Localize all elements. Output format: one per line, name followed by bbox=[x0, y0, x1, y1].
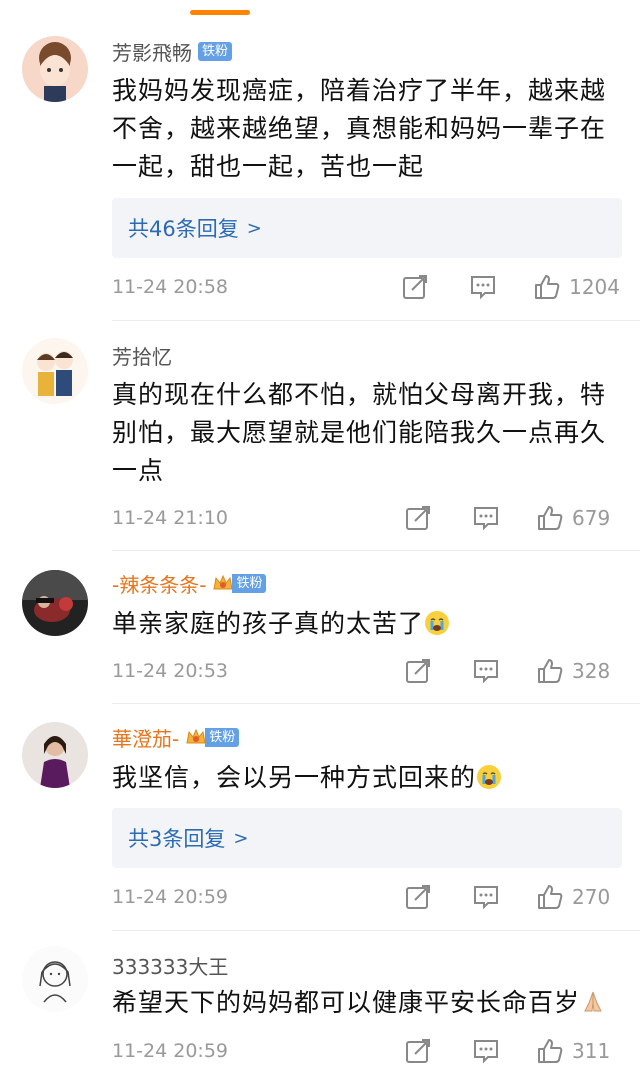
timestamp: 11-24 20:59 bbox=[112, 1040, 229, 1062]
username[interactable]: 333333大王 bbox=[112, 951, 228, 980]
like-count: 311 bbox=[572, 1039, 611, 1063]
like-count: 270 bbox=[572, 885, 611, 909]
like-icon[interactable] bbox=[536, 883, 564, 911]
share-icon[interactable] bbox=[401, 273, 429, 301]
fan-badge: 铁粉 bbox=[198, 41, 233, 61]
divider bbox=[112, 930, 640, 931]
comment-text: 真的现在什么都不怕，就怕父母离开我，特别怕，最大愿望就是他们能陪我久一点再久一点 bbox=[112, 380, 607, 485]
view-replies-button[interactable]: 共46条回复 > bbox=[112, 198, 622, 258]
replies-label: 共3条回复 bbox=[128, 827, 226, 851]
divider bbox=[112, 703, 640, 704]
fan-badge: 铁粉 bbox=[185, 727, 240, 747]
comment-meta: 11-24 21:10 679 bbox=[112, 501, 620, 535]
share-icon[interactable] bbox=[404, 504, 432, 532]
username[interactable]: 芳拾忆 bbox=[112, 341, 172, 370]
fan-badge-label: 铁粉 bbox=[232, 573, 267, 593]
username-row: 芳拾忆 bbox=[112, 340, 172, 370]
comment-meta: 11-24 20:58 1204 bbox=[112, 270, 620, 304]
replies-label: 共46条回复 bbox=[128, 217, 239, 241]
comment-icon[interactable] bbox=[472, 657, 500, 685]
chevron-right-icon: > bbox=[246, 217, 262, 239]
comment-icon[interactable] bbox=[472, 883, 500, 911]
comment-text: 希望天下的妈妈都可以健康平安长命百岁 bbox=[112, 984, 622, 1022]
praying-hands-icon bbox=[584, 991, 602, 1012]
avatar[interactable] bbox=[22, 722, 88, 788]
comment-icon[interactable] bbox=[469, 273, 497, 301]
like-count: 328 bbox=[572, 659, 611, 683]
comment-meta: 11-24 20:59 311 bbox=[112, 1034, 620, 1068]
timestamp: 11-24 21:10 bbox=[112, 507, 229, 529]
like-icon[interactable] bbox=[536, 504, 564, 532]
avatar[interactable] bbox=[22, 570, 88, 636]
comment-meta: 11-24 20:59 270 bbox=[112, 880, 620, 914]
username-row: -辣条条条- 铁粉 bbox=[112, 568, 267, 598]
timestamp: 11-24 20:53 bbox=[112, 660, 229, 682]
crown-icon bbox=[186, 728, 206, 744]
like-count: 679 bbox=[572, 506, 611, 530]
comment-text: 单亲家庭的孩子真的太苦了 bbox=[112, 605, 622, 643]
like-count: 1204 bbox=[569, 275, 620, 299]
username-row: 華澄茄- 铁粉 bbox=[112, 722, 240, 752]
comment-text-content: 单亲家庭的孩子真的太苦了 bbox=[112, 609, 425, 638]
divider bbox=[112, 320, 640, 321]
comment-text-content: 我坚信，会以另一种方式回来的 bbox=[112, 763, 477, 792]
avatar[interactable] bbox=[22, 338, 88, 404]
chevron-right-icon: > bbox=[233, 827, 249, 849]
crying-emoji-icon bbox=[425, 611, 450, 635]
comment-text-content: 希望天下的妈妈都可以健康平安长命百岁 bbox=[112, 988, 581, 1017]
comment-text: 我妈妈发现癌症，陪着治疗了半年，越来越不舍，越来越绝望，真想能和妈妈一辈子在一起… bbox=[112, 76, 607, 181]
view-replies-button[interactable]: 共3条回复 > bbox=[112, 808, 622, 868]
share-icon[interactable] bbox=[404, 1037, 432, 1065]
like-icon[interactable] bbox=[536, 657, 564, 685]
avatar[interactable] bbox=[22, 946, 88, 1012]
divider bbox=[112, 550, 640, 551]
comment-meta: 11-24 20:53 328 bbox=[112, 654, 620, 688]
avatar[interactable] bbox=[22, 36, 88, 102]
fan-badge: 铁粉 bbox=[212, 573, 267, 593]
like-icon[interactable] bbox=[533, 273, 561, 301]
username-row: 333333大王 bbox=[112, 950, 228, 980]
like-icon[interactable] bbox=[536, 1037, 564, 1065]
comment-text: 我坚信，会以另一种方式回来的 bbox=[112, 759, 622, 797]
timestamp: 11-24 20:59 bbox=[112, 886, 229, 908]
active-tab-indicator bbox=[190, 10, 250, 15]
timestamp: 11-24 20:58 bbox=[112, 276, 229, 298]
crying-emoji-icon bbox=[477, 765, 502, 789]
username-row: 芳影飛畅 铁粉 bbox=[112, 36, 233, 66]
username[interactable]: -辣条条条- bbox=[112, 569, 206, 598]
comment-icon[interactable] bbox=[472, 504, 500, 532]
username[interactable]: 芳影飛畅 bbox=[112, 37, 192, 66]
comment-icon[interactable] bbox=[472, 1037, 500, 1065]
fan-badge-label: 铁粉 bbox=[198, 41, 233, 61]
share-icon[interactable] bbox=[404, 657, 432, 685]
crown-icon bbox=[213, 574, 234, 590]
fan-badge-label: 铁粉 bbox=[205, 727, 240, 747]
username[interactable]: 華澄茄- bbox=[112, 723, 179, 752]
share-icon[interactable] bbox=[404, 883, 432, 911]
